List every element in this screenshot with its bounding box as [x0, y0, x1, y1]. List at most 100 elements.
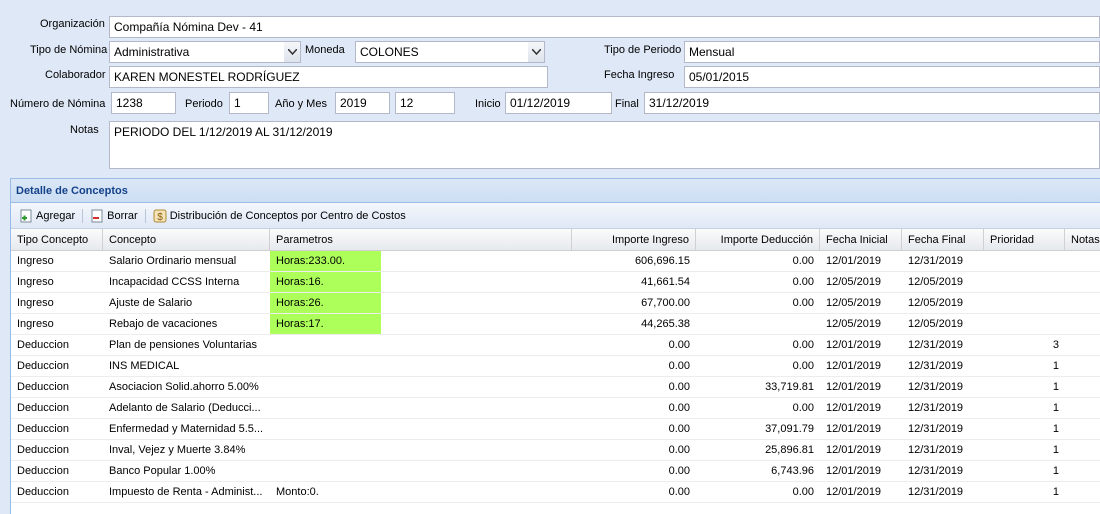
agregar-button[interactable]: Agregar [15, 209, 79, 223]
notas-textarea[interactable]: PERIODO DEL 1/12/2019 AL 31/12/2019 [109, 121, 1100, 169]
tipo-concepto-cell: Deduccion [17, 381, 69, 393]
table-row[interactable]: Deduccion Banco Popular 1.00% 0.00 6,743.96… [11, 461, 1100, 482]
concepto-cell: Salario Ordinario mensual [109, 255, 237, 267]
delete-icon [91, 209, 103, 222]
tipo-concepto-cell: Ingreso [17, 297, 54, 309]
organizacion-label: Organización [40, 18, 105, 30]
importe-deduccion-cell: 25,896.81 [765, 444, 814, 456]
notas-cell [1065, 272, 1100, 292]
fecha-inicial-cell: 12/01/2019 [826, 339, 882, 351]
distribucion-button[interactable]: $ Distribución de Conceptos por Centro d… [149, 209, 410, 223]
importe-ingreso-cell: 44,265.38 [641, 318, 690, 330]
fecha-final-cell: 12/31/2019 [908, 255, 964, 267]
column-header-tipo-concepto[interactable]: Tipo Concepto [11, 229, 103, 250]
notas-cell [1065, 398, 1100, 418]
numero-nomina-field[interactable]: 1238 [111, 92, 176, 114]
parametros-cell [270, 335, 572, 355]
parametros-cell [270, 377, 572, 397]
importe-ingreso-cell: 0.00 [668, 423, 690, 435]
tipo-periodo-label: Tipo de Periodo [604, 44, 682, 56]
column-header-importe-deduccion[interactable]: Importe Deducción [696, 229, 820, 250]
table-row[interactable]: Ingreso Rebajo de vacaciones Horas:17. 44,2… [11, 314, 1100, 335]
final-field[interactable]: 31/12/2019 [644, 92, 1100, 114]
table-row[interactable]: Deduccion Asociacion Solid.ahorro 5.00% 0.… [11, 377, 1100, 398]
column-header-notas[interactable]: Notas [1065, 229, 1100, 250]
fecha-ingreso-field[interactable]: 05/01/2015 [684, 66, 1100, 88]
importe-deduccion-cell: 33,719.81 [765, 381, 814, 393]
prioridad-cell: 1 [1052, 402, 1059, 414]
grid-body: Ingreso Salario Ordinario mensual Horas:23… [11, 251, 1100, 503]
parametros-cell: Horas:26. [270, 293, 572, 313]
table-row[interactable]: Deduccion Adelanto de Salario (Deducci...… [11, 398, 1100, 419]
moneda-select[interactable]: COLONES [355, 41, 529, 63]
numero-nomina-label: Número de Nómina [10, 98, 106, 110]
table-row[interactable]: Deduccion Impuesto de Renta - Administ...… [11, 482, 1100, 503]
anio-field[interactable]: 2019 [335, 92, 390, 114]
colaborador-field[interactable]: KAREN MONESTEL RODRÍGUEZ [109, 66, 548, 88]
tipo-concepto-cell: Deduccion [17, 486, 69, 498]
table-row[interactable]: Deduccion INS MEDICAL 0.00 0.00 12/01/2019 12… [11, 356, 1100, 377]
notas-label: Notas [70, 124, 99, 136]
panel-title: Detalle de Conceptos [11, 179, 1100, 203]
column-header-prioridad[interactable]: Prioridad [984, 229, 1065, 250]
concepto-cell: Banco Popular 1.00% [109, 465, 216, 477]
tipo-nomina-select[interactable]: Administrativa [109, 41, 285, 63]
concepto-cell: Impuesto de Renta - Administ... [109, 486, 263, 498]
prioridad-cell: 1 [1052, 444, 1059, 456]
moneda-dropdown-trigger[interactable] [528, 41, 545, 63]
fecha-inicial-cell: 12/01/2019 [826, 255, 882, 267]
prioridad-cell [984, 314, 1065, 334]
fecha-final-cell: 12/31/2019 [908, 402, 964, 414]
importe-ingreso-cell: 0.00 [668, 339, 690, 351]
tipo-nomina-dropdown-trigger[interactable] [284, 41, 301, 63]
fecha-final-cell: 12/31/2019 [908, 444, 964, 456]
concepto-cell: Incapacidad CCSS Interna [109, 276, 240, 288]
table-row[interactable]: Deduccion Enfermedad y Maternidad 5.5... 0… [11, 419, 1100, 440]
tipo-nomina-label: Tipo de Nómina [30, 44, 108, 56]
table-row[interactable]: Deduccion Plan de pensiones Voluntarias 0.… [11, 335, 1100, 356]
prioridad-cell: 1 [1052, 360, 1059, 372]
periodo-field[interactable]: 1 [229, 92, 269, 114]
parametros-cell [270, 356, 572, 376]
fecha-inicial-cell: 12/05/2019 [826, 318, 882, 330]
prioridad-cell: 1 [1052, 465, 1059, 477]
fecha-final-cell: 12/31/2019 [908, 465, 964, 477]
table-row[interactable]: Ingreso Ajuste de Salario Horas:26. 67,700.… [11, 293, 1100, 314]
notas-cell [1065, 482, 1100, 502]
inicio-field[interactable]: 01/12/2019 [505, 92, 612, 114]
column-header-concepto[interactable]: Concepto [103, 229, 270, 250]
table-row[interactable]: Deduccion Inval, Vejez y Muerte 3.84% 0.00… [11, 440, 1100, 461]
importe-ingreso-cell: 67,700.00 [641, 297, 690, 309]
fecha-final-cell: 12/31/2019 [908, 360, 964, 372]
column-header-fecha-inicial[interactable]: Fecha Inicial [820, 229, 902, 250]
svg-text:$: $ [157, 212, 163, 223]
importe-ingreso-cell: 0.00 [668, 486, 690, 498]
organizacion-field[interactable]: Compañía Nómina Dev - 41 [109, 16, 1100, 38]
prioridad-cell: 1 [1052, 423, 1059, 435]
notas-cell [1065, 440, 1100, 460]
concepto-cell: Asociacion Solid.ahorro 5.00% [109, 381, 259, 393]
parametros-cell [270, 419, 572, 439]
column-header-parametros[interactable]: Parametros [270, 229, 572, 250]
importe-deduccion-cell: 0.00 [792, 360, 814, 372]
notas-cell [1065, 335, 1100, 355]
table-row[interactable]: Ingreso Incapacidad CCSS Interna Horas:16.… [11, 272, 1100, 293]
fecha-ingreso-label: Fecha Ingreso [604, 69, 675, 81]
concepto-cell: Enfermedad y Maternidad 5.5... [109, 423, 264, 435]
toolbar-separator [82, 208, 84, 223]
fecha-inicial-cell: 12/01/2019 [826, 402, 882, 414]
table-row[interactable]: Ingreso Salario Ordinario mensual Horas:23… [11, 251, 1100, 272]
importe-ingreso-cell: 0.00 [668, 465, 690, 477]
fecha-inicial-cell: 12/01/2019 [826, 486, 882, 498]
concepto-cell: Inval, Vejez y Muerte 3.84% [109, 444, 246, 456]
parametros-cell: Horas:233.00. [270, 251, 572, 271]
tipo-periodo-field[interactable]: Mensual [684, 41, 1100, 63]
toolbar-separator [144, 208, 146, 223]
mes-field[interactable]: 12 [395, 92, 455, 114]
borrar-button[interactable]: Borrar [86, 209, 142, 223]
column-header-importe-ingreso[interactable]: Importe Ingreso [572, 229, 696, 250]
prioridad-cell [984, 251, 1065, 271]
column-header-fecha-final[interactable]: Fecha Final [902, 229, 984, 250]
chevron-down-icon [287, 49, 297, 55]
fecha-inicial-cell: 12/01/2019 [826, 381, 882, 393]
